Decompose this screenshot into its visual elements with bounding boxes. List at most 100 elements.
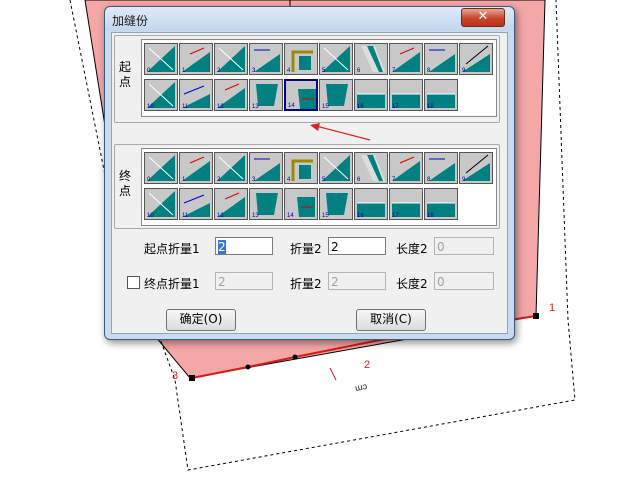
start-tile-8[interactable]: 8	[424, 43, 458, 75]
start-tile-16[interactable]: 16	[354, 79, 388, 111]
end-tile-11[interactable]: 11	[179, 188, 213, 220]
end-fold-checkbox[interactable]	[127, 276, 140, 289]
dialog-title: 加缝份	[112, 14, 149, 28]
end-tile-18[interactable]: 18	[424, 188, 458, 220]
start-tile-13[interactable]: 13	[249, 79, 283, 111]
tile-number: 4	[287, 177, 291, 183]
control-point[interactable]	[189, 375, 195, 381]
start-tile-4[interactable]: 4	[284, 43, 318, 75]
start-tile-11[interactable]: 11	[179, 79, 213, 111]
tile-number: 8	[427, 177, 431, 183]
start-tile-2[interactable]: 2	[214, 43, 248, 75]
tile-number: 12	[217, 213, 224, 219]
start-point-group: 起点 0 1 2 3 4 5 6 7 8 9 10 11 12 13 14 15 16 17 18	[114, 35, 500, 123]
start-length2-input[interactable]: 0	[434, 237, 494, 255]
tile-number: 15	[322, 104, 329, 110]
start-tile-9[interactable]: 9	[459, 43, 493, 75]
dialog-body: 起点 0 1 2 3 4 5 6 7 8 9 10 11 12 13 14 15 16 17 18 终点 01234…	[111, 32, 508, 334]
edge-tick	[329, 367, 337, 381]
start-group-label: 起点	[118, 60, 131, 89]
end-fold1-input[interactable]: 2	[215, 272, 273, 290]
point-label-2: 2	[364, 359, 371, 371]
end-length2-label: 长度2	[396, 277, 428, 291]
tile-number: 1	[182, 177, 186, 183]
tile-number: 12	[217, 104, 224, 110]
end-tile-6[interactable]: 6	[354, 152, 388, 184]
end-fold2-value: 2	[331, 275, 339, 289]
start-tile-6[interactable]: 6	[354, 43, 388, 75]
tile-number: 16	[357, 213, 364, 219]
start-fold2-input[interactable]: 2	[328, 237, 386, 255]
end-tile-7[interactable]: 7	[389, 152, 423, 184]
tile-number: 10	[147, 213, 154, 219]
end-tile-2[interactable]: 2	[214, 152, 248, 184]
tile-number: 9	[462, 68, 466, 74]
start-tile-0[interactable]: 0	[144, 43, 178, 75]
tile-number: 6	[357, 68, 361, 74]
start-tile-14[interactable]: 14	[284, 79, 318, 111]
tile-number: 16	[357, 104, 364, 110]
seam-allowance-dialog: 加缝份 ✕ 起点 0 1 2 3 4 5 6 7 8 9 10 11 12 13 14 15 16 17 18 终点…	[104, 6, 515, 340]
tile-number: 14	[288, 103, 295, 109]
tile-number: 9	[462, 177, 466, 183]
dialog-titlebar[interactable]: 加缝份 ✕	[105, 7, 514, 31]
start-tile-1[interactable]: 1	[179, 43, 213, 75]
tile-number: 0	[147, 177, 151, 183]
start-fold2-value: 2	[331, 240, 339, 254]
tile-number: 17	[392, 104, 399, 110]
tile-number: 3	[252, 68, 256, 74]
control-point[interactable]	[245, 364, 251, 370]
tile-number: 17	[392, 213, 399, 219]
close-button[interactable]: ✕	[461, 8, 505, 27]
end-tile-13[interactable]: 13	[249, 188, 283, 220]
tile-number: 2	[217, 68, 221, 74]
ok-button[interactable]: 确定(O)	[166, 309, 236, 331]
tile-number: 15	[322, 213, 329, 219]
tile-number: 6	[357, 177, 361, 183]
start-tile-7[interactable]: 7	[389, 43, 423, 75]
cancel-button[interactable]: 取消(C)	[356, 309, 426, 331]
end-tile-14[interactable]: 14	[284, 188, 318, 220]
control-point[interactable]	[292, 354, 298, 360]
tile-number: 3	[252, 177, 256, 183]
end-tile-16[interactable]: 16	[354, 188, 388, 220]
start-tile-17[interactable]: 17	[389, 79, 423, 111]
end-point-group: 终点 0 1 2 3 4 5 6 7 8 9 10 11 12 13 14 15 16 17 18	[114, 144, 500, 229]
start-fold1-input[interactable]: 2	[215, 237, 273, 255]
tile-number: 13	[252, 104, 259, 110]
tile-number: 18	[427, 213, 434, 219]
end-length2-value: 0	[437, 275, 445, 289]
end-tile-3[interactable]: 3	[249, 152, 283, 184]
tile-number: 0	[147, 68, 151, 74]
start-length2-value: 0	[437, 240, 445, 254]
end-tile-15[interactable]: 15	[319, 188, 353, 220]
end-length2-input[interactable]: 0	[434, 272, 494, 290]
close-icon: ✕	[477, 9, 489, 24]
end-tile-9[interactable]: 9	[459, 152, 493, 184]
start-tile-5[interactable]: 5	[319, 43, 353, 75]
tile-number: 8	[427, 68, 431, 74]
end-fold2-input[interactable]: 2	[328, 272, 386, 290]
end-fold2-label: 折量2	[290, 277, 322, 291]
end-tile-17[interactable]: 17	[389, 188, 423, 220]
point-label-3: 3	[172, 370, 179, 382]
tile-number: 18	[427, 104, 434, 110]
end-tile-5[interactable]: 5	[319, 152, 353, 184]
start-fold-label: 起点折量1	[144, 242, 200, 256]
start-tile-18[interactable]: 18	[424, 79, 458, 111]
start-tile-12[interactable]: 12	[214, 79, 248, 111]
start-tile-10[interactable]: 10	[144, 79, 178, 111]
start-tile-3[interactable]: 3	[249, 43, 283, 75]
tile-number: 2	[217, 177, 221, 183]
start-fold1-value: 2	[218, 240, 226, 254]
end-tile-4[interactable]: 4	[284, 152, 318, 184]
tile-number: 11	[182, 213, 189, 219]
end-tile-1[interactable]: 1	[179, 152, 213, 184]
end-tile-10[interactable]: 10	[144, 188, 178, 220]
end-tile-8[interactable]: 8	[424, 152, 458, 184]
start-length2-label: 长度2	[396, 242, 428, 256]
control-point[interactable]	[533, 313, 539, 319]
end-tile-12[interactable]: 12	[214, 188, 248, 220]
end-tile-0[interactable]: 0	[144, 152, 178, 184]
start-tile-15[interactable]: 15	[319, 79, 353, 111]
